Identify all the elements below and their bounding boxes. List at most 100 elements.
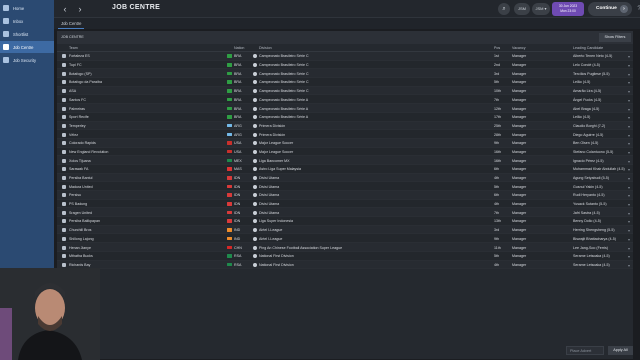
team-name[interactable]: New England Revolution [69, 150, 108, 154]
row-menu-icon[interactable]: ▾ [628, 89, 630, 94]
team-name[interactable]: PS Badung [69, 202, 87, 206]
sidebar-item-job-centre[interactable]: Job Centre [0, 41, 54, 53]
table-row[interactable]: Botafogo da Paraíba BRA Campeonato Brasile… [57, 78, 633, 87]
row-menu-icon[interactable]: ▾ [628, 63, 630, 68]
row-menu-icon[interactable]: ▾ [628, 115, 630, 120]
team-name[interactable]: Santos FC [69, 98, 86, 102]
division-name[interactable]: Divisi Utama [259, 176, 279, 180]
manager-menu-button[interactable]: JSM ▾ [532, 3, 550, 15]
table-row[interactable]: Madura United IDN Divisi Utama 5th Manager Gu… [57, 182, 633, 191]
table-row[interactable]: PS Badung IDN Divisi Utama 4th Manager Yusack… [57, 199, 633, 209]
division-name[interactable]: Divisi Utama [259, 193, 279, 197]
leading-candidate[interactable]: Alberto Tenen Neto (4-5) [573, 54, 612, 58]
team-name[interactable]: Palmeiras [69, 107, 85, 111]
division-name[interactable]: Campeonato Brasileiro Série A [259, 115, 308, 119]
division-name[interactable]: Campeonato Brasileiro Série C [259, 63, 309, 67]
leading-candidate[interactable]: Tercílios Pugliese (5-5) [573, 72, 610, 76]
team-name[interactable]: Richards Bay [69, 263, 90, 267]
division-name[interactable]: Major League Soccer [259, 150, 293, 154]
col-vacancy[interactable]: Vacancy [512, 46, 526, 50]
sidebar-item-inbox[interactable]: Inbox [0, 15, 54, 27]
team-name[interactable]: Sarawak FA [69, 167, 88, 171]
team-name[interactable]: ASA [69, 89, 76, 93]
row-menu-icon[interactable]: ▾ [628, 150, 630, 155]
table-row[interactable]: Persiba Balikpapan IDN Liga Super Indonesi… [57, 217, 633, 226]
team-name[interactable]: Churchill Bros [69, 228, 91, 232]
division-name[interactable]: Ping An Chinese Football Association Sup… [259, 246, 342, 250]
division-name[interactable]: Major League Soccer [259, 141, 293, 145]
leading-candidate[interactable]: Herring Shengsheng (5-5) [573, 228, 615, 232]
table-row[interactable]: Xolos Tijuana MEX Liga Bancomer MX 16th Mana… [57, 156, 633, 165]
division-name[interactable]: Divisi Utama [259, 185, 279, 189]
division-name[interactable]: Campeonato Brasileiro Série C [259, 72, 309, 76]
table-row[interactable]: Botafogo (SP) BRA Campeonato Brasileiro Sé… [57, 69, 633, 79]
row-menu-icon[interactable]: ▾ [628, 98, 630, 103]
leading-candidate[interactable]: Muhammad Khair Abdullah (4-5) [573, 167, 625, 171]
leading-candidate[interactable]: Ángel Fucks (4-5) [573, 98, 601, 102]
division-name[interactable]: Divisi Utama [259, 202, 279, 206]
team-name[interactable]: Botafogo da Paraíba [69, 80, 102, 84]
leading-candidate[interactable]: Jafri Sastra (4-5) [573, 211, 600, 215]
col-nation[interactable]: Nation [234, 46, 244, 50]
leading-candidate[interactable]: Ben Olsen (4-5) [573, 141, 598, 145]
leading-candidate[interactable]: Stefano Colantuono (5-5) [573, 150, 613, 154]
leading-candidate[interactable]: Lee Jang-Soo (Ferris) [573, 246, 608, 250]
division-name[interactable]: Airtel I-League [259, 228, 282, 232]
division-name[interactable]: Primera División [259, 133, 285, 137]
table-row[interactable]: Temperley ARG Primera División 25th Manager C… [57, 121, 633, 131]
team-name[interactable]: Persisu [69, 193, 81, 197]
row-menu-icon[interactable]: ▾ [628, 237, 630, 242]
row-menu-icon[interactable]: ▾ [628, 263, 630, 268]
leading-candidate[interactable]: Biswajit Bhattacharya (4-5) [573, 237, 616, 241]
leading-candidate[interactable]: Rudi Heryanto (4-5) [573, 193, 605, 197]
table-row[interactable]: Vélez ARG Primera División 28th Manager Diego… [57, 130, 633, 139]
leading-candidate[interactable]: Lelão (4-5) [573, 115, 590, 119]
leading-candidate[interactable]: Claudio Borghi (7-2) [573, 124, 605, 128]
row-menu-icon[interactable]: ▾ [628, 211, 630, 216]
row-menu-icon[interactable]: ▾ [628, 107, 630, 112]
leading-candidate[interactable]: Lelo Condé (4-5) [573, 63, 600, 67]
table-row[interactable]: New England Revolution USA Major League So… [57, 147, 633, 157]
row-menu-icon[interactable]: ▾ [628, 185, 630, 190]
team-name[interactable]: Sport Recife [69, 115, 89, 119]
division-name[interactable]: Divisi Utama [259, 211, 279, 215]
search-icon[interactable]: ⌕ [498, 3, 510, 15]
sidebar-item-home[interactable]: Home [0, 2, 54, 14]
table-row[interactable]: Henan Jianye CHN Ping An Chinese Football … [57, 243, 633, 252]
col-division[interactable]: Division [259, 46, 272, 50]
col-pos[interactable]: Pos [494, 46, 500, 50]
leading-candidate[interactable]: Lelão (4-5) [573, 80, 590, 84]
sidebar-item-shortlist[interactable]: Shortlist [0, 28, 54, 40]
col-leading-candidate[interactable]: Leading Candidate [573, 46, 603, 50]
table-row[interactable]: Persiba Bantul IDN Divisi Utama 4th Manager A… [57, 173, 633, 183]
row-menu-icon[interactable]: ▾ [628, 159, 630, 164]
table-row[interactable]: Fortaleza ES BRA Campeonato Brasileiro Sér… [57, 52, 633, 61]
table-row[interactable]: Shillong Lajong IND Airtel I-League 9th Mana… [57, 234, 633, 244]
col-team[interactable]: Team [69, 46, 78, 50]
table-row[interactable]: Sragen United IDN Divisi Utama 7th Manager Ja… [57, 208, 633, 218]
division-name[interactable]: National First Division [259, 263, 294, 267]
table-row[interactable]: ASA BRA Campeonato Brasileiro Série C 10th M… [57, 86, 633, 96]
team-name[interactable]: Fortaleza ES [69, 54, 90, 58]
table-row[interactable]: Santos FC BRA Campeonato Brasileiro Série … [57, 95, 633, 105]
game-date[interactable]: 30 Jun 2023 Mon 23:00 [552, 2, 584, 16]
row-menu-icon[interactable]: ▾ [628, 202, 630, 207]
table-row[interactable]: Tupi FC BRA Campeonato Brasileiro Série C 2… [57, 60, 633, 70]
team-name[interactable]: Botafogo (SP) [69, 72, 92, 76]
leading-candidate[interactable]: Serame Letsoaka (4-5) [573, 254, 610, 258]
leading-candidate[interactable]: Benny Dollo (4-5) [573, 219, 601, 223]
show-filters-button[interactable]: Show Filters [599, 33, 631, 42]
sidebar-item-job-security[interactable]: Job Security [0, 54, 54, 66]
division-name[interactable]: Liga Bancomer MX [259, 159, 290, 163]
team-name[interactable]: Mthatha Bucks [69, 254, 93, 258]
row-menu-icon[interactable]: ▾ [628, 254, 630, 259]
team-name[interactable]: Persiba Bantul [69, 176, 92, 180]
leading-candidate[interactable]: Amarão Lira (4-5) [573, 89, 601, 93]
leading-candidate[interactable]: Abel Braga (4-5) [573, 107, 599, 111]
row-menu-icon[interactable]: ▾ [628, 176, 630, 181]
table-row[interactable]: Persisu IDN Divisi Utama 6th Manager Rudi Her… [57, 191, 633, 200]
apply-all-button[interactable]: Apply All [608, 346, 633, 355]
help-icon[interactable]: ? [634, 4, 640, 14]
team-name[interactable]: Tupi FC [69, 63, 82, 67]
team-name[interactable]: Colorado Rapids [69, 141, 96, 145]
